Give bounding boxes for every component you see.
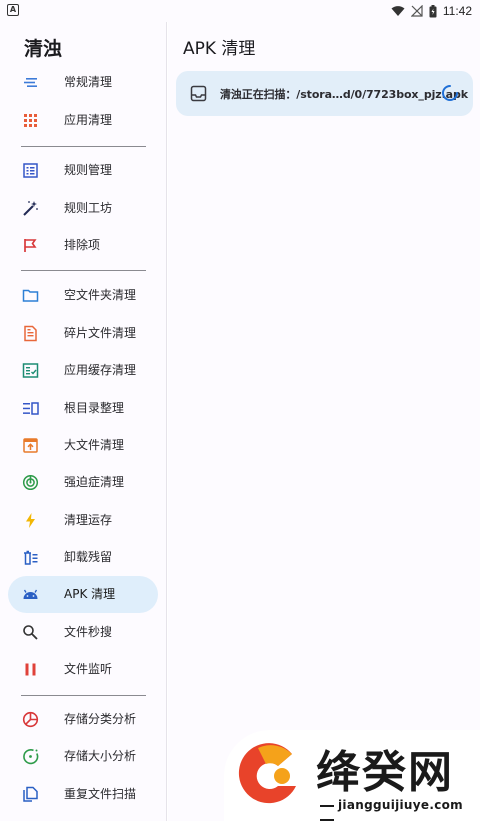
grid-dots-icon [22,112,39,129]
nav-item-file-search[interactable]: 文件秒搜 [8,614,158,651]
navigation-drawer: 清浊 常规清理 应用清理 规则管理 规则工坊 排除项 空文件夹清理 碎片文件清理… [0,22,167,821]
nav-item-rule-management[interactable]: 规则管理 [8,152,158,189]
lines-icon [22,74,39,91]
watermark-brand: 绛癸网 [316,747,454,798]
document-icon [22,325,39,342]
signal-off-icon [410,5,423,17]
nav-item-app-clean[interactable]: 应用清理 [8,102,158,139]
search-icon [22,624,39,641]
archive-icon [22,437,39,454]
divider [21,695,146,696]
nav-item-duplicate-file-scan[interactable]: 重复文件扫描 [8,776,158,813]
watermark: 绛癸网 jiangguijiuye.com [224,730,480,821]
nav-item-label: 文件秒搜 [64,625,113,639]
nav-item-uninstall-residue[interactable]: 卸载残留 [8,539,158,576]
nav-item-label: 应用清理 [64,113,113,127]
nav-item-label: 规则工坊 [64,201,113,215]
loading-spinner-icon [441,84,459,102]
android-icon [22,586,39,603]
nav-item-file-monitor[interactable]: 文件监听 [8,651,158,688]
main-content: APK 清理 清浊正在扫描：/stora…d/0/7723box_pjz.apk [168,22,480,821]
nav-item-regular-clean[interactable]: 常规清理 [8,64,158,101]
nav-item-empty-folder-clean[interactable]: 空文件夹清理 [8,277,158,314]
checklist-icon [22,362,39,379]
nav-item-ocd-clean[interactable]: 强迫症清理 [8,464,158,501]
flag-icon [22,237,39,254]
magic-wand-icon [22,200,39,217]
nav-item-label: 应用缓存清理 [64,363,137,377]
nav-item-label: 常规清理 [64,75,113,89]
radar-icon [22,474,39,491]
nav-item-label: 强迫症清理 [64,475,125,489]
divider [21,146,146,147]
wifi-icon [391,6,405,16]
scan-status-card: 清浊正在扫描：/stora…d/0/7723box_pjz.apk [176,71,473,116]
drawer-title: 清浊 [24,38,63,60]
watermark-logo-icon [238,743,296,804]
nav-item-apk-clean[interactable]: APK 清理 [8,576,158,613]
uninstall-icon [22,549,39,566]
nav-item-label: 碎片文件清理 [64,326,137,340]
status-bar: A 11:42 [0,0,480,22]
nav-item-label: 卸载残留 [64,550,113,564]
battery-icon [429,4,437,17]
watermark-url: jiangguijiuye.com [316,798,480,821]
copy-icon [22,786,39,803]
pie-icon [22,711,39,728]
nav-item-label: 存储大小分析 [64,749,137,763]
list-box-icon [22,162,39,179]
lightning-icon [22,512,39,529]
page-title: APK 清理 [183,39,256,59]
nav-item-app-cache-clean[interactable]: 应用缓存清理 [8,352,158,389]
dial-icon [22,748,39,765]
divider [21,270,146,271]
columns-icon [22,400,39,417]
nav-item-fragment-file-clean[interactable]: 碎片文件清理 [8,315,158,352]
inbox-icon [190,85,207,102]
nav-item-label: APK 清理 [64,587,116,601]
nav-item-label: 清理运存 [64,513,113,527]
pause-icon [22,661,39,678]
nav-item-storage-category-analysis[interactable]: 存储分类分析 [8,701,158,738]
folder-icon [22,287,39,304]
nav-item-large-file-clean[interactable]: 大文件清理 [8,427,158,464]
nav-item-ram-clean[interactable]: 清理运存 [8,502,158,539]
nav-item-label: 根目录整理 [64,401,125,415]
nav-item-label: 空文件夹清理 [64,288,137,302]
scan-status-text: 清浊正在扫描：/stora…d/0/7723box_pjz.apk [220,88,468,101]
nav-item-label: 重复文件扫描 [64,787,137,801]
nav-item-root-organize[interactable]: 根目录整理 [8,390,158,427]
status-time: 11:42 [442,4,472,18]
nav-item-exclusions[interactable]: 排除项 [8,227,158,264]
nav-item-label: 规则管理 [64,163,113,177]
nav-item-label: 大文件清理 [64,438,125,452]
nav-item-label: 排除项 [64,238,101,252]
nav-item-rule-workshop[interactable]: 规则工坊 [8,190,158,227]
nav-item-storage-size-analysis[interactable]: 存储大小分析 [8,738,158,775]
nav-item-label: 文件监听 [64,662,113,676]
notification-badge-icon: A [7,4,19,16]
nav-item-label: 存储分类分析 [64,712,137,726]
